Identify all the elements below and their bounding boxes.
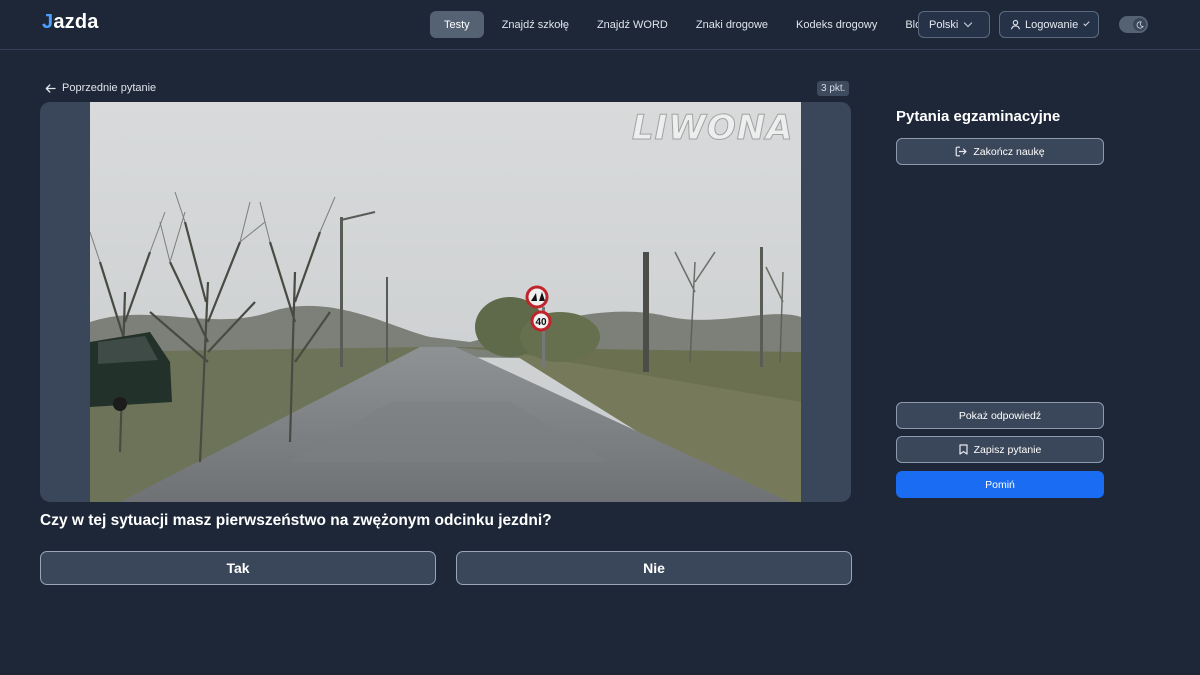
theme-toggle[interactable] [1119,16,1148,33]
previous-question-link[interactable]: Poprzednie pytanie [45,82,156,94]
nav-item-find-word[interactable]: Znajdź WORD [583,11,682,38]
nav-item-testy[interactable]: Testy [430,11,484,38]
exit-icon [955,146,967,157]
speed-limit-number: 40 [535,317,547,328]
skip-label: Pomiń [985,478,1015,491]
show-answer-button[interactable]: Pokaż odpowiedź [896,402,1104,429]
question-media: 40 LIWONA [40,102,851,502]
main-nav: Testy Znajdź szkołę Znajdź WORD Znaki dr… [430,11,941,38]
save-question-button[interactable]: Zapisz pytanie [896,436,1104,463]
answer-no-button[interactable]: Nie [456,551,852,585]
finish-learning-label: Zakończ naukę [973,145,1045,158]
finish-learning-button[interactable]: Zakończ naukę [896,138,1104,165]
sidebar-title: Pytania egzaminacyjne [896,108,1061,125]
arrow-left-icon [45,83,56,93]
chevron-down-icon [964,18,973,28]
video-watermark: LIWONA [632,108,794,149]
nav-item-road-code[interactable]: Kodeks drogowy [782,11,891,38]
bookmark-icon [959,444,968,455]
language-label: Polski [929,18,959,31]
top-navbar: Jazda Testy Znajdź szkołę Znajdź WORD Zn… [0,0,1200,50]
skip-button[interactable]: Pomiń [896,471,1104,498]
login-label: Logowanie [1025,18,1079,31]
login-dropdown[interactable]: Logowanie [999,11,1099,38]
road-scene-image: 40 [90,102,801,502]
language-select[interactable]: Polski [918,11,990,38]
user-icon [1010,19,1025,30]
previous-question-label: Poprzednie pytanie [62,82,157,94]
question-text: Czy w tej sytuacji masz pierwszeństwo na… [40,512,552,529]
show-answer-label: Pokaż odpowiedź [958,409,1042,422]
nav-item-find-school[interactable]: Znajdź szkołę [488,11,583,38]
answer-yes-button[interactable]: Tak [40,551,436,585]
chevron-down-icon [1083,19,1090,27]
logo[interactable]: Jazda [42,11,99,34]
question-video[interactable]: 40 LIWONA [90,102,801,502]
save-question-label: Zapisz pytanie [973,443,1042,456]
points-badge: 3 pkt. [817,81,850,96]
moon-icon [1133,18,1146,31]
nav-item-road-signs[interactable]: Znaki drogowe [682,11,782,38]
